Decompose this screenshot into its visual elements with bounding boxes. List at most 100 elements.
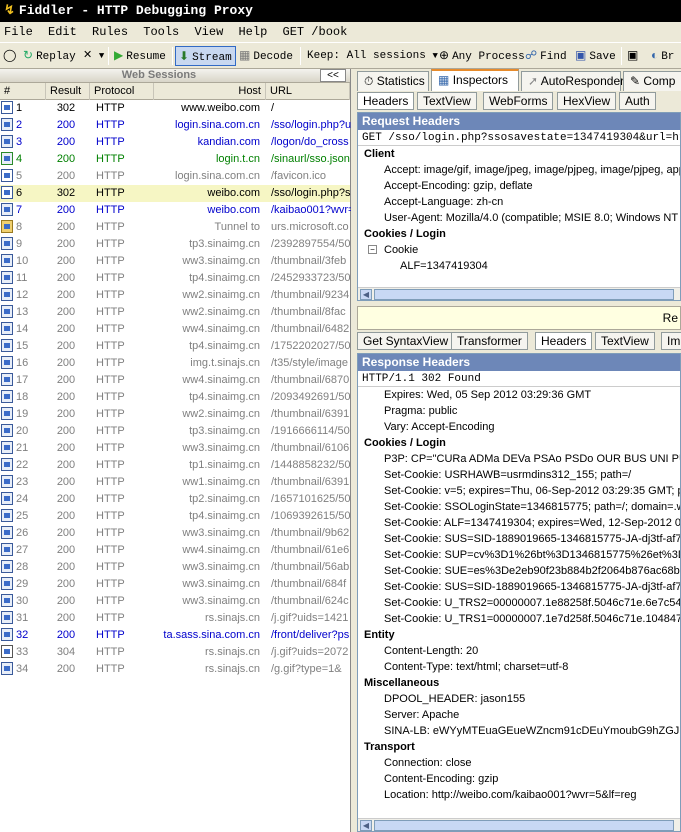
session-row[interactable]: 16 200 HTTP img.t.sinajs.cn/t35/style/image xyxy=(0,355,350,372)
menu-rules[interactable]: Rules xyxy=(92,25,128,39)
session-img-icon xyxy=(1,509,15,523)
header-value: Pragma: public xyxy=(384,405,458,417)
session-row[interactable]: 15 200 HTTP tp4.sinaimg.cn/1752202027/50 xyxy=(0,338,351,355)
session-row[interactable]: 23 200 HTTP ww1.sinaimg.cn/thumbnail/6391 xyxy=(0,474,350,491)
session-row[interactable]: 33 304 HTTP rs.sinajs.cn/j.gif?uids=2072 xyxy=(0,644,350,661)
session-row[interactable]: 28 200 HTTP ww3.sinaimg.cn/thumbnail/56ab xyxy=(0,559,350,576)
session-row[interactable]: 24 200 HTTP tp2.sinaimg.cn/1657101625/50 xyxy=(0,491,351,508)
response-header-groups: Cookies / Login P3P: CP="CURa ADMa DEVa P… xyxy=(358,435,680,803)
session-row[interactable]: 9 200 HTTP tp3.sinaimg.cn/2392897554/50 xyxy=(0,236,351,253)
header-value: Set-Cookie: U_TRS2=00000007.1e88258f.504… xyxy=(384,597,681,609)
column-number[interactable]: # xyxy=(0,83,46,100)
session-row[interactable]: 13 200 HTTP ww2.sinaimg.cn/thumbnail/8fac xyxy=(0,304,350,321)
request-hscrollbar[interactable]: ◀ xyxy=(358,287,680,300)
title-bar: ↯ Fiddler - HTTP Debugging Proxy xyxy=(0,0,681,22)
session-url: /thumbnail/9b62 xyxy=(271,527,350,539)
session-row[interactable]: 1 302 HTTP www.weibo.com / xyxy=(0,100,350,117)
session-row[interactable]: 29 200 HTTP ww3.sinaimg.cn/thumbnail/684f xyxy=(0,576,350,593)
remove-button[interactable]: ✕ ▼ xyxy=(80,46,107,66)
session-row[interactable]: 34 200 HTTP rs.sinajs.cn/g.gif?type=1& xyxy=(0,661,350,678)
session-row[interactable]: 20 200 HTTP tp3.sinaimg.cn/1916666114/50 xyxy=(0,423,350,440)
session-number: 23 xyxy=(16,476,29,488)
response-tabstrip: Get SyntaxView Transformer Headers TextV… xyxy=(355,331,681,351)
session-script-icon xyxy=(1,135,15,149)
session-row[interactable]: 26 200 HTTP ww3.sinaimg.cn/thumbnail/9b62 xyxy=(0,525,350,542)
session-row[interactable]: 17 200 HTTP ww4.sinaimg.cn/thumbnail/6870 xyxy=(0,372,350,389)
session-row[interactable]: 25 200 HTTP tp4.sinaimg.cn/1069392615/50 xyxy=(0,508,351,525)
cookie-tree-node[interactable]: − Cookie xyxy=(358,242,680,258)
find-button[interactable]: ☍ Find xyxy=(522,46,570,66)
session-row[interactable]: 6 302 HTTP weibo.com/sso/login.php?s xyxy=(0,185,351,202)
keep-sessions-dropdown[interactable]: Keep: All sessions ▼ xyxy=(304,46,441,66)
session-number: 32 xyxy=(16,629,29,641)
session-row[interactable]: 4 200 HTTP login.t.cn/sinaurl/sso.json xyxy=(0,151,350,168)
session-row[interactable]: 2 200 HTTP login.sina.com.cn/sso/login.php?… xyxy=(0,117,351,134)
tab-composer[interactable]: ✎ Comp xyxy=(623,71,681,91)
session-host: rs.sinajs.cn xyxy=(204,646,260,658)
session-row[interactable]: 19 200 HTTP ww2.sinaimg.cn/thumbnail/6391 xyxy=(0,406,350,423)
session-row[interactable]: 10 200 HTTP ww3.sinaimg.cn/thumbnail/3feb xyxy=(0,253,350,270)
session-row[interactable]: 31 200 HTTP rs.sinajs.cn/j.gif?uids=1421 xyxy=(0,610,350,627)
session-row[interactable]: 7 200 HTTP weibo.com/kaibao001?wvr= xyxy=(0,202,351,219)
tab-request-headers[interactable]: Headers xyxy=(357,92,415,110)
tab-request-textview[interactable]: TextView xyxy=(417,92,477,110)
session-row[interactable]: 32 200 HTTP ta.sass.sina.com.cn/front/deliv… xyxy=(0,627,350,644)
session-row[interactable]: 21 200 HTTP ww3.sinaimg.cn/thumbnail/6106 xyxy=(0,440,350,457)
resume-button[interactable]: ▶ Resume xyxy=(111,46,169,66)
column-url[interactable]: URL xyxy=(266,83,350,100)
menu-tools[interactable]: Tools xyxy=(143,25,179,39)
tab-response-syntaxview[interactable]: Get SyntaxView xyxy=(357,332,455,350)
session-row[interactable]: 22 200 HTTP tp1.sinaimg.cn/1448858232/50 xyxy=(0,457,351,474)
tab-response-transformer[interactable]: Transformer xyxy=(451,332,528,350)
session-row[interactable]: 27 200 HTTP ww4.sinaimg.cn/thumbnail/61e6 xyxy=(0,542,350,559)
tab-autoresponder[interactable]: ➚ AutoResponder xyxy=(521,71,624,91)
session-row[interactable]: 3 200 HTTP kandian.com/logon/do_cross xyxy=(0,134,350,151)
screenshot-button[interactable]: ▣ xyxy=(624,46,644,66)
column-protocol[interactable]: Protocol xyxy=(90,83,154,100)
tab-response-headers[interactable]: Headers xyxy=(535,332,593,350)
tab-request-hexview[interactable]: HexView xyxy=(557,92,617,110)
session-img-icon xyxy=(1,594,15,608)
collapse-toggle-icon[interactable]: − xyxy=(368,245,377,254)
scroll-thumb[interactable] xyxy=(374,289,674,300)
scroll-left-icon[interactable]: ◀ xyxy=(360,820,372,831)
save-button[interactable]: ▣ Save xyxy=(572,46,619,66)
tab-request-webforms[interactable]: WebForms xyxy=(483,92,554,110)
scroll-thumb[interactable] xyxy=(374,820,674,831)
menu-edit[interactable]: Edit xyxy=(48,25,77,39)
session-row[interactable]: 30 200 HTTP ww3.sinaimg.cn/thumbnail/624c xyxy=(0,593,350,610)
response-notice-bar[interactable]: Re xyxy=(357,306,681,330)
menu-view[interactable]: View xyxy=(194,25,223,39)
response-hscrollbar[interactable]: ◀ xyxy=(358,818,680,831)
session-row[interactable]: 11 200 HTTP tp4.sinaimg.cn/2452933723/50 xyxy=(0,270,351,287)
column-host[interactable]: Host xyxy=(154,83,266,100)
decode-button[interactable]: ▦ Decode xyxy=(236,46,296,66)
tab-response-textview[interactable]: TextView xyxy=(595,332,655,350)
session-row[interactable]: 12 200 HTTP ww2.sinaimg.cn/thumbnail/9234 xyxy=(0,287,350,304)
session-img-icon xyxy=(1,458,15,472)
tab-response-imageview[interactable]: Im xyxy=(661,332,681,350)
session-result: 200 xyxy=(56,408,76,420)
replay-button[interactable]: ↻ Replay xyxy=(20,46,79,66)
session-row[interactable]: 8 200 HTTP Tunnel to urs.microsoft.co xyxy=(0,219,350,236)
menu-get-book[interactable]: GET /book xyxy=(283,25,348,39)
session-row[interactable]: 14 200 HTTP ww4.sinaimg.cn/thumbnail/6482 xyxy=(0,321,350,338)
scroll-left-icon[interactable]: ◀ xyxy=(360,289,372,300)
session-row[interactable]: 18 200 HTTP tp4.sinaimg.cn/2093492691/50 xyxy=(0,389,351,406)
tab-inspectors[interactable]: ▦ Inspectors xyxy=(431,69,519,91)
session-protocol: HTTP xyxy=(96,306,125,318)
menu-file[interactable]: File xyxy=(4,25,33,39)
browse-button[interactable]: ◐ Br xyxy=(648,46,677,66)
stream-button[interactable]: ⬇ Stream xyxy=(175,46,236,66)
any-process-button[interactable]: ⊕ Any Process xyxy=(436,46,528,66)
menu-help[interactable]: Help xyxy=(238,25,267,39)
session-host: kandian.com xyxy=(197,136,260,148)
tab-statistics[interactable]: ⏱ Statistics xyxy=(357,71,429,91)
play-icon: ▶ xyxy=(114,49,124,63)
collapse-button[interactable]: << xyxy=(320,69,346,82)
column-result[interactable]: Result xyxy=(46,83,90,100)
session-row[interactable]: 5 200 HTTP login.sina.com.cn/favicon.ico xyxy=(0,168,350,185)
session-url: /1069392615/50 xyxy=(271,510,351,522)
cookie-node-label: Cookie xyxy=(384,244,419,256)
tab-request-auth[interactable]: Auth xyxy=(619,92,656,110)
